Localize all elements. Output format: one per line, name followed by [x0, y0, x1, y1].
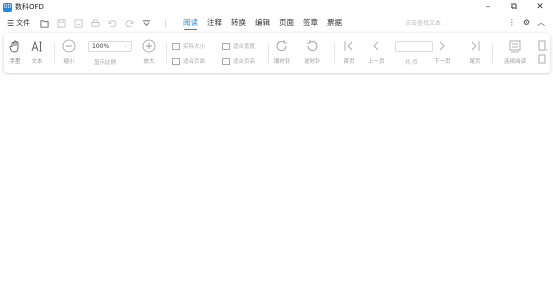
actual-size-icon: [172, 42, 180, 50]
last-page-label: 尾页: [469, 59, 481, 65]
continuous-read-icon: [509, 40, 521, 53]
customize-dropdown-icon[interactable]: [142, 19, 151, 28]
first-page-button[interactable]: 首页: [342, 39, 356, 65]
chevron-down-icon: ⌄: [123, 43, 128, 49]
tab-annotate[interactable]: 注释: [207, 14, 222, 32]
text-cursor-icon: [31, 40, 42, 52]
rotate-clockwise-button[interactable]: 顺时针: [274, 39, 291, 65]
rotate-ccw-icon: [307, 40, 318, 51]
actual-size-label: 实际大小: [183, 44, 206, 50]
text-select-button[interactable]: 文本: [30, 39, 44, 65]
menu-bar: ☰ 文件 阅读 注释 转换 编辑 页面 签章 票据 点击查找文本 ⋮ ⚙ ︿: [0, 14, 553, 32]
fit-height-button[interactable]: 适合页高: [222, 57, 255, 65]
tab-page[interactable]: 页面: [279, 14, 294, 32]
chevron-right-icon: [439, 41, 445, 51]
tab-invoice[interactable]: 票据: [327, 14, 342, 32]
zoom-value: 100%: [92, 43, 110, 50]
rotate-cw-icon: [276, 40, 288, 51]
tab-signature[interactable]: 签章: [303, 14, 318, 32]
fit-height-icon: [222, 57, 230, 65]
toolbar-separator: [334, 43, 335, 63]
toolbar-separator: [54, 43, 55, 63]
rotate-ccw-label: 逆时针: [304, 59, 321, 65]
collapse-ribbon-icon[interactable]: ︿: [537, 17, 545, 28]
rotate-cw-label: 顺时针: [274, 59, 291, 65]
reading-toolbar: 手型 文本 缩小 100% ⌄ 显示比例 放大 实际大小 适合页面 适合宽度 适…: [4, 33, 550, 73]
zoom-display-label: 显示比例: [94, 60, 117, 66]
fit-height-label: 适合页高: [233, 59, 256, 65]
next-page-button[interactable]: 下一页: [434, 39, 451, 65]
zoom-select[interactable]: 100% ⌄: [88, 41, 132, 52]
last-page-icon: [471, 41, 480, 51]
maximize-button[interactable]: ⧉: [501, 0, 527, 14]
hand-tool-label: 手型: [9, 59, 21, 65]
document-view[interactable]: [0, 75, 553, 295]
actual-size-button[interactable]: 实际大小: [172, 42, 205, 50]
quick-access-toolbar: [40, 18, 172, 28]
rotate-counterclockwise-button[interactable]: 逆时针: [304, 39, 321, 65]
previous-page-button[interactable]: 上一页: [368, 39, 385, 65]
close-button[interactable]: ✕: [527, 0, 553, 14]
fit-width-button[interactable]: 适合宽度: [222, 42, 255, 50]
zoom-in-icon: [142, 39, 156, 53]
fit-page-icon: [172, 57, 180, 65]
settings-icon[interactable]: ⚙: [523, 18, 530, 27]
tab-convert[interactable]: 转换: [231, 14, 246, 32]
file-menu[interactable]: ☰ 文件: [7, 18, 30, 28]
zoom-out-label: 缩小: [63, 59, 75, 65]
menu-icon: ☰: [7, 18, 15, 28]
app-logo-icon: OD: [3, 2, 12, 12]
save-as-icon[interactable]: [74, 18, 83, 28]
continuous-read-button[interactable]: 连续阅读: [504, 39, 526, 65]
more-options-icon[interactable]: ⋮: [508, 18, 516, 27]
window-title: 数科OFD: [15, 3, 44, 11]
search-text-input[interactable]: 点击查找文本: [405, 18, 441, 27]
toolbar-separator: [166, 43, 167, 63]
zoom-out-icon: [62, 39, 76, 53]
fit-page-button[interactable]: 适合页面: [172, 57, 205, 65]
chevron-right-icon[interactable]: ›: [546, 47, 548, 54]
minimize-button[interactable]: –: [475, 0, 501, 14]
first-page-icon: [344, 41, 353, 51]
undo-icon[interactable]: [108, 19, 117, 28]
fit-width-icon: [222, 42, 230, 50]
print-icon[interactable]: [91, 19, 100, 28]
window-controls: – ⧉ ✕: [475, 0, 553, 14]
first-page-label: 首页: [343, 59, 355, 65]
toolbar-separator: [268, 43, 269, 63]
fit-width-label: 适合宽度: [233, 44, 256, 50]
tab-read[interactable]: 阅读: [183, 14, 198, 32]
chevron-left-icon: [373, 41, 379, 51]
zoom-in-label: 放大: [143, 59, 155, 65]
fit-page-label: 适合页面: [183, 59, 206, 65]
tab-edit[interactable]: 编辑: [255, 14, 270, 32]
menu-separator: [165, 18, 167, 28]
zoom-in-button[interactable]: 放大: [142, 39, 156, 65]
zoom-out-button[interactable]: 缩小: [62, 39, 76, 65]
file-menu-label: 文件: [16, 19, 31, 27]
menu-right-controls: ⋮ ⚙ ︿: [501, 17, 545, 28]
save-icon[interactable]: [57, 18, 66, 28]
next-page-label: 下一页: [434, 59, 451, 65]
ribbon-tabs: 阅读 注释 转换 编辑 页面 签章 票据: [183, 14, 351, 32]
previous-page-label: 上一页: [368, 59, 385, 65]
toolbar-separator: [492, 43, 493, 63]
hand-icon: [9, 40, 19, 53]
continuous-read-label: 连续阅读: [504, 59, 527, 65]
open-folder-icon[interactable]: [40, 19, 49, 28]
page-total-label: 共:页: [405, 60, 418, 66]
title-bar: OD 数科OFD – ⧉ ✕: [0, 0, 553, 14]
last-page-button[interactable]: 尾页: [468, 39, 482, 65]
redo-icon[interactable]: [125, 19, 134, 28]
hand-tool-button[interactable]: 手型: [8, 39, 22, 65]
text-select-label: 文本: [31, 59, 43, 65]
page-number-input[interactable]: [395, 41, 433, 52]
